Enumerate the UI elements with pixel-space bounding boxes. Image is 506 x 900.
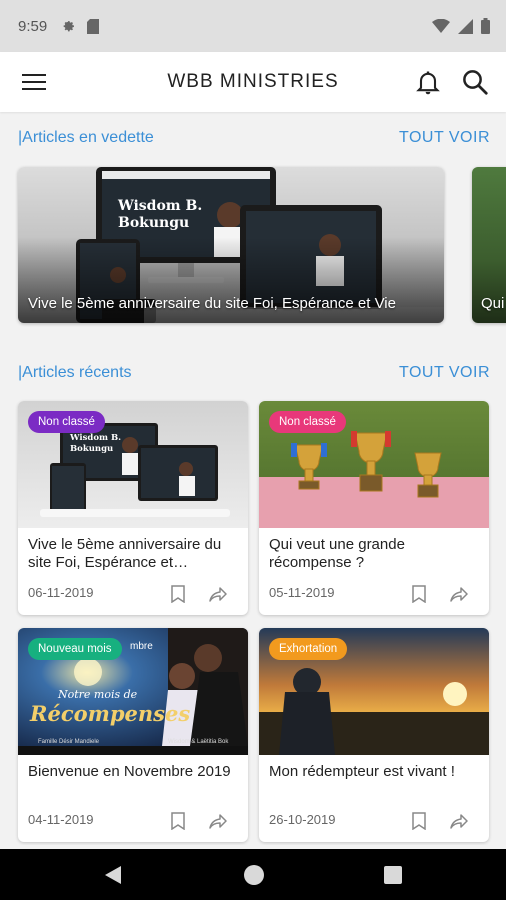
featured-heading: |Articles en vedette <box>18 129 154 146</box>
poster-footer-right: Wisdom & Laëtitia Bok <box>168 739 229 745</box>
featured-section-header: |Articles en vedette TOUT VOIR <box>18 129 490 147</box>
article-title: Mon rédempteur est vivant ! <box>269 763 455 780</box>
bookmark-icon[interactable] <box>170 585 186 603</box>
article-date: 04-11-2019 <box>28 812 94 827</box>
category-badge: Non classé <box>28 411 105 433</box>
category-badge: Exhortation <box>269 638 348 660</box>
status-time: 9:59 <box>18 17 48 35</box>
bookmark-icon[interactable] <box>411 812 427 830</box>
recent-see-all-link[interactable]: TOUT VOIR <box>399 364 490 382</box>
settings-gear-icon <box>63 21 75 32</box>
recent-heading: |Articles récents <box>18 364 132 381</box>
bookmark-icon[interactable] <box>411 585 427 603</box>
featured-article-title-2: Qui <box>481 295 505 312</box>
article-title: Vive le 5ème anniversaire du site Foi, E… <box>28 536 222 571</box>
featured-article-card-2[interactable]: Qui <box>472 167 506 323</box>
recent-section-header: |Articles récents TOUT VOIR <box>18 364 490 382</box>
share-icon[interactable] <box>449 586 469 602</box>
category-badge: Non classé <box>269 411 346 433</box>
recent-article-card[interactable]: mbre Notre mois de Récompenses Famille D… <box>18 628 248 842</box>
recent-article-card[interactable]: Wisdom B. Bokungu Non classé Vive le 5èm… <box>18 401 248 615</box>
featured-see-all-link[interactable]: TOUT VOIR <box>399 129 490 147</box>
article-date: 26-10-2019 <box>269 812 336 827</box>
bookmark-icon[interactable] <box>170 812 186 830</box>
article-date: 06-11-2019 <box>28 585 94 600</box>
article-title: Bienvenue en Novembre 2019 <box>28 763 231 780</box>
home-icon[interactable] <box>244 865 264 885</box>
featured-screen-name: Wisdom B. Bokungu <box>118 198 203 231</box>
status-bar: 9:59 <box>0 0 506 52</box>
search-icon[interactable] <box>460 67 490 97</box>
poster-tag: mbre <box>130 641 153 652</box>
menu-icon <box>22 74 46 76</box>
wifi-icon <box>432 19 450 33</box>
category-badge: Nouveau mois <box>28 638 122 660</box>
featured-article-card[interactable]: Wisdom B. Bokungu Vive le 5ème anniversa… <box>18 167 444 323</box>
poster-footer-left: Famille Désir Mandiele <box>38 739 100 745</box>
recent-article-card[interactable]: Exhortation Mon rédempteur est vivant ! … <box>259 628 489 842</box>
share-icon[interactable] <box>208 813 228 829</box>
menu-button[interactable] <box>22 71 48 93</box>
featured-article-title: Vive le 5ème anniversaire du site Foi, E… <box>28 295 396 312</box>
recent-article-card[interactable]: Non classé Qui veut une grande récompens… <box>259 401 489 615</box>
system-navigation-bar <box>0 849 506 900</box>
share-icon[interactable] <box>208 586 228 602</box>
share-icon[interactable] <box>449 813 469 829</box>
battery-icon <box>481 18 490 34</box>
article-date: 05-11-2019 <box>269 585 335 600</box>
poster-line-1: Notre mois de <box>58 688 138 701</box>
notifications-bell-icon[interactable] <box>414 68 442 96</box>
signal-icon <box>458 18 473 34</box>
back-icon[interactable] <box>104 865 122 885</box>
sd-card-icon <box>87 18 100 34</box>
article-title: Qui veut une grande récompense ? <box>269 536 405 571</box>
thumbnail-screen-name: Wisdom B. Bokungu <box>70 433 122 454</box>
app-bar: WBB MINISTRIES <box>0 52 506 112</box>
poster-line-2: Récompenses <box>30 701 191 726</box>
recent-apps-icon[interactable] <box>384 866 402 884</box>
